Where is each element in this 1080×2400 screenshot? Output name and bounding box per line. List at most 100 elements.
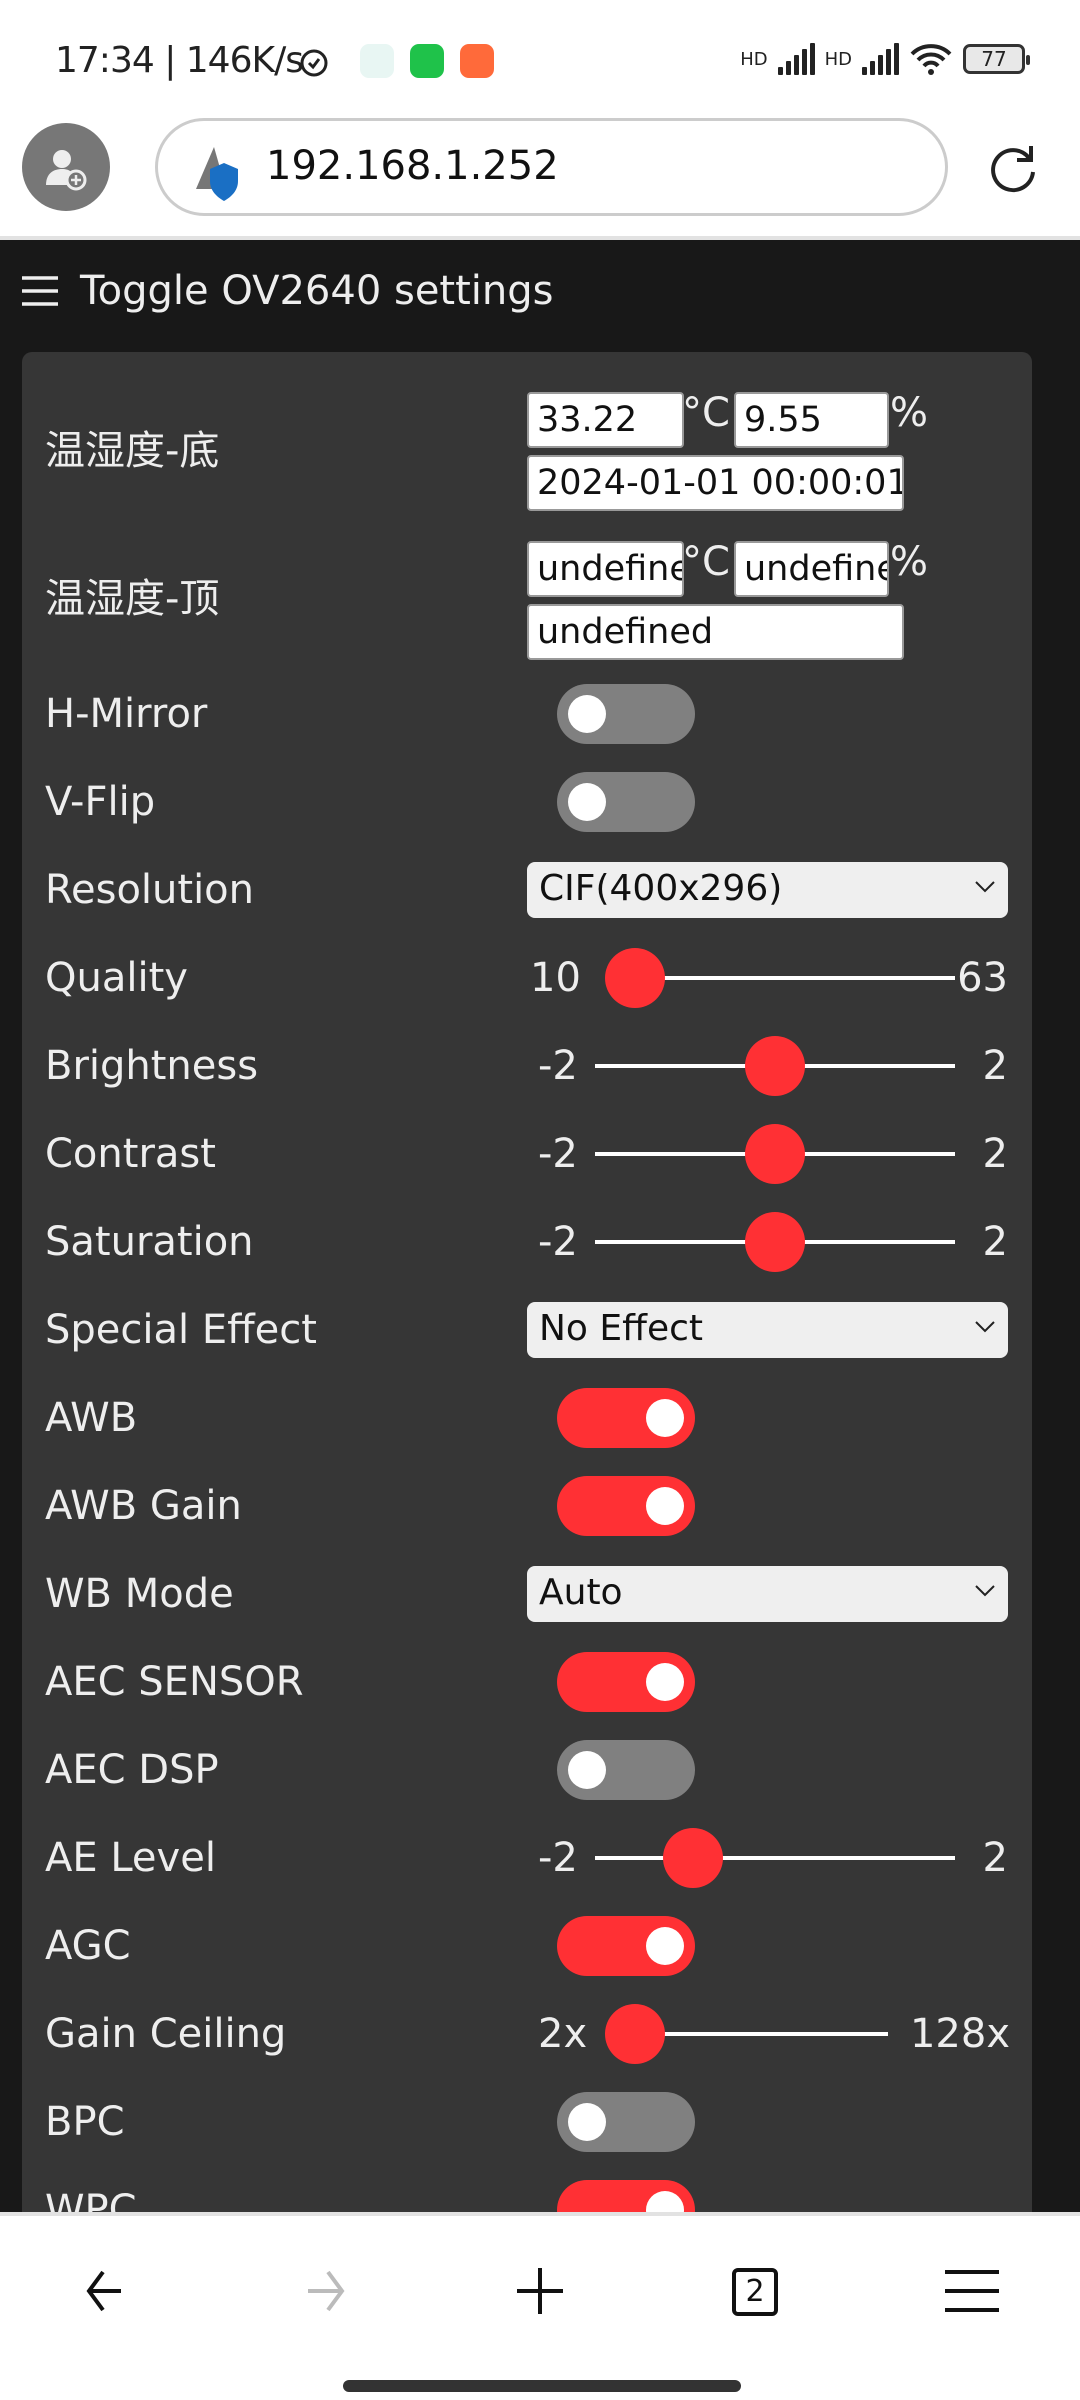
toggle-knob [568, 1751, 606, 1789]
setting-label: BPC [45, 2099, 125, 2145]
tab-count: 2 [732, 2268, 778, 2316]
select-value: Auto [539, 1572, 623, 1613]
setting-label: AGC [45, 1923, 131, 1969]
sensor-top-label: 温湿度-顶 [45, 576, 220, 622]
toggle-knob [646, 1487, 684, 1525]
settings-title: Toggle OV2640 settings [80, 268, 554, 314]
toggle-switch[interactable] [557, 1652, 695, 1712]
time-field[interactable]: undefined [527, 604, 904, 660]
slider-max-label: 2 [982, 1131, 1008, 1177]
add-user-icon [46, 150, 87, 191]
setting-label: Gain Ceiling [45, 2011, 287, 2057]
setting-label: Special Effect [45, 1307, 317, 1353]
setting-label: Saturation [45, 1219, 254, 1265]
music-app-icon [360, 44, 394, 78]
new-tab-icon[interactable] [505, 2256, 575, 2326]
toggle-knob [646, 1927, 684, 1965]
status-bar: 17:34 | 146K/s HD HD 77 [0, 0, 1080, 100]
status-time-speed: 17:34 | 146K/s [55, 40, 304, 81]
hum-unit: % [890, 390, 929, 436]
settings-panel: 温湿度-底 33.22 °C 9.55 % 2024-01-01 00:00:0… [22, 352, 1032, 2212]
slider-min-label: -2 [538, 1835, 578, 1881]
slider-min-label: -2 [538, 1131, 578, 1177]
toggle-switch[interactable] [557, 1916, 695, 1976]
setting-label: Resolution [45, 867, 255, 913]
security-shield-icon [196, 147, 238, 201]
select-dropdown[interactable]: No Effect [527, 1302, 1008, 1358]
tabs-button[interactable]: 2 [720, 2256, 790, 2326]
setting-label: Quality [45, 955, 188, 1001]
web-page: Toggle OV2640 settings 温湿度-底 33.22 °C 9.… [0, 244, 1080, 2212]
profile-button[interactable] [22, 123, 110, 211]
setting-label: AE Level [45, 1835, 216, 1881]
signal-hd-label: HD [740, 48, 768, 70]
toggle-knob [568, 695, 606, 733]
hum-unit: % [890, 539, 929, 585]
slider-min-label: -2 [538, 1219, 578, 1265]
slider-thumb[interactable] [745, 1036, 805, 1096]
menu-icon[interactable] [937, 2256, 1007, 2326]
wechat-icon [410, 44, 444, 78]
slider-min-label: 2x [538, 2011, 588, 2057]
home-indicator[interactable] [343, 2380, 741, 2392]
select-dropdown[interactable]: CIF(400x296) [527, 862, 1008, 918]
slider-track[interactable] [620, 976, 955, 980]
sensor-bottom-label: 温湿度-底 [45, 428, 220, 474]
signal-icon [862, 43, 899, 75]
slider-thumb[interactable] [605, 948, 665, 1008]
chevron-down-icon [975, 881, 995, 893]
forward-icon[interactable] [288, 2256, 358, 2326]
select-dropdown[interactable]: Auto [527, 1566, 1008, 1622]
toggle-knob [646, 1399, 684, 1437]
slider-thumb[interactable] [662, 1828, 723, 1888]
menu-icon [22, 276, 58, 306]
toggle-switch[interactable] [557, 772, 695, 832]
battery-icon: 77 [963, 44, 1030, 74]
toggle-switch[interactable] [557, 1476, 695, 1536]
toggle-switch[interactable] [557, 2092, 695, 2152]
temp-unit: °C [682, 539, 730, 585]
signal-icon [777, 43, 815, 75]
slider-thumb[interactable] [745, 1124, 805, 1184]
setting-label: Contrast [45, 1131, 216, 1177]
back-icon[interactable] [73, 2256, 143, 2326]
setting-label: AEC DSP [45, 1747, 219, 1793]
settings-toggle[interactable]: Toggle OV2640 settings [22, 268, 554, 314]
select-value: CIF(400x296) [539, 868, 783, 909]
slider-thumb[interactable] [745, 1212, 805, 1272]
toggle-switch[interactable] [557, 1740, 695, 1800]
reload-icon[interactable] [985, 142, 1041, 198]
humidity-field[interactable]: 9.55 [734, 392, 889, 448]
toggle-knob [646, 1663, 684, 1701]
setting-label: V-Flip [45, 779, 156, 825]
setting-label: H-Mirror [45, 691, 208, 737]
address-bar[interactable]: 192.168.1.252 [155, 118, 948, 216]
setting-label: WPC [45, 2187, 137, 2212]
alarm-icon [300, 49, 328, 77]
mi-store-icon [460, 44, 494, 78]
slider-min-label: 10 [530, 955, 581, 1001]
slider-min-label: -2 [538, 1043, 578, 1089]
chevron-down-icon [975, 1321, 995, 1333]
temperature-field[interactable]: undefined [527, 541, 684, 597]
chevron-down-icon [975, 1585, 995, 1597]
toggle-knob [568, 2103, 606, 2141]
setting-label: AWB Gain [45, 1483, 242, 1529]
wifi-icon [910, 44, 952, 75]
time-field[interactable]: 2024-01-01 00:00:01 [527, 455, 904, 511]
url-text: 192.168.1.252 [266, 143, 559, 189]
browser-toolbar: 192.168.1.252 [0, 100, 1080, 240]
toggle-switch[interactable] [557, 684, 695, 744]
humidity-field[interactable]: undefined [734, 541, 889, 597]
slider-max-label: 63 [957, 955, 1008, 1001]
toggle-switch[interactable] [557, 2180, 695, 2212]
slider-thumb[interactable] [605, 2004, 665, 2064]
browser-bottom-bar: 2 [0, 2212, 1080, 2400]
signal-hd-label: HD [824, 48, 852, 70]
setting-label: AEC SENSOR [45, 1659, 304, 1705]
setting-label: Brightness [45, 1043, 259, 1089]
temperature-field[interactable]: 33.22 [527, 392, 684, 448]
slider-track[interactable] [595, 1856, 955, 1860]
slider-max-label: 128x [909, 2011, 1010, 2057]
toggle-switch[interactable] [557, 1388, 695, 1448]
